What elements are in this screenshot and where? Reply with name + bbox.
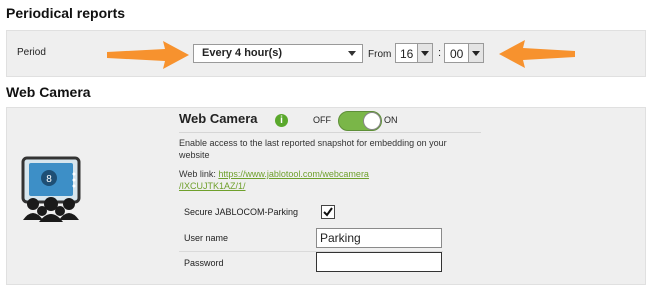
hour-select-value: 16 — [400, 47, 414, 61]
web-camera-icon: 8 — [21, 156, 81, 222]
time-separator: : — [438, 47, 442, 59]
web-link-line1: https://www.jablotool.com/webcamera — [218, 169, 369, 179]
username-label: User name — [184, 233, 229, 243]
info-icon[interactable]: i — [275, 114, 288, 127]
web-camera-heading: Web Camera — [179, 111, 258, 126]
username-input[interactable]: Parking — [316, 228, 442, 248]
minute-select-value: 00 — [450, 47, 464, 61]
secure-checkbox[interactable] — [321, 205, 335, 219]
chevron-down-icon — [472, 50, 480, 56]
heading-divider — [179, 132, 481, 133]
web-camera-description: Enable access to the last reported snaps… — [179, 138, 447, 160]
web-link-block: Web link: https://www.jablotool.com/webc… — [179, 168, 479, 192]
secure-label: Secure JABLOCOM-Parking — [184, 207, 299, 217]
period-select-value: Every 4 hour(s) — [202, 47, 283, 59]
toggle-off-label: OFF — [313, 115, 331, 125]
arrow-right-icon — [107, 41, 189, 69]
period-label: Period — [17, 47, 46, 58]
toggle-knob — [363, 112, 381, 130]
period-select[interactable]: Every 4 hour(s) — [193, 44, 363, 63]
password-label: Password — [184, 258, 224, 268]
periodical-reports-title: Periodical reports — [6, 5, 126, 21]
web-link-label: Web link: — [179, 169, 216, 179]
toggle-on-label: ON — [384, 115, 398, 125]
web-camera-panel: 8 Web Camera i OFF ON Enable access to t… — [6, 107, 646, 285]
from-label: From — [368, 49, 392, 60]
periodical-panel: Period Every 4 hour(s) From 16 : 00 — [6, 30, 646, 77]
minute-select[interactable]: 00 — [444, 43, 484, 63]
minute-dropdown-button[interactable] — [468, 44, 483, 62]
arrow-left-icon — [499, 40, 575, 68]
web-camera-section-title: Web Camera — [6, 84, 91, 100]
password-input[interactable] — [316, 252, 442, 272]
hour-dropdown-button[interactable] — [417, 44, 432, 62]
checkmark-icon — [323, 207, 333, 217]
chevron-down-icon — [348, 51, 356, 56]
web-link-line2: /IXCUJTK1AZ/1/ — [179, 181, 246, 191]
web-camera-toggle[interactable] — [338, 111, 382, 131]
hour-select[interactable]: 16 — [395, 43, 433, 63]
svg-text:8: 8 — [46, 174, 52, 185]
chevron-down-icon — [421, 50, 429, 56]
